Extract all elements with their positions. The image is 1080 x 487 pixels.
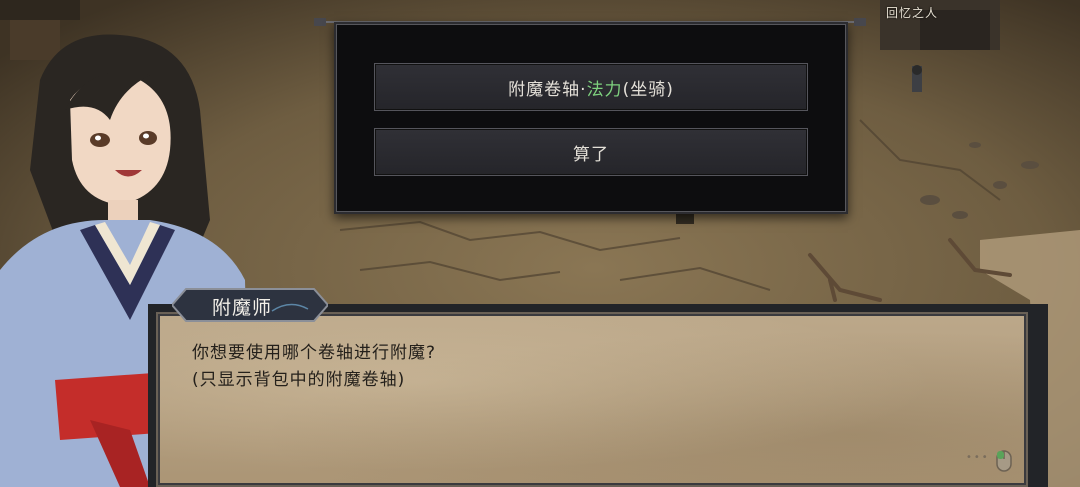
ellipsis-icon: ••• [966, 452, 990, 463]
choice-1-prefix: 附魔卷轴· [508, 79, 587, 100]
speaker-name: 附魔师 [212, 297, 273, 319]
mouse-icon[interactable] [996, 450, 1012, 472]
choice-1-highlight: 法力 [586, 79, 623, 100]
dialog-line-2: (只显示背包中的附魔卷轴) [192, 370, 406, 390]
dialog-box[interactable]: 你想要使用哪个卷轴进行附魔? (只显示背包中的附魔卷轴) [156, 312, 1028, 487]
dialog-text: 你想要使用哪个卷轴进行附魔? (只显示背包中的附魔卷轴) [192, 340, 436, 394]
choice-1-suffix: (坐骑) [622, 79, 674, 100]
area-name-label: 回忆之人 [886, 6, 939, 20]
choice-panel: 附魔卷轴· 法力 (坐骑) 算了 [334, 22, 848, 214]
dialog-line-1: 你想要使用哪个卷轴进行附魔? [192, 343, 437, 363]
choice-enchant-scroll-mana-mount-button[interactable]: 附魔卷轴· 法力 (坐骑) [374, 63, 808, 111]
choice-cancel-button[interactable]: 算了 [374, 128, 808, 176]
